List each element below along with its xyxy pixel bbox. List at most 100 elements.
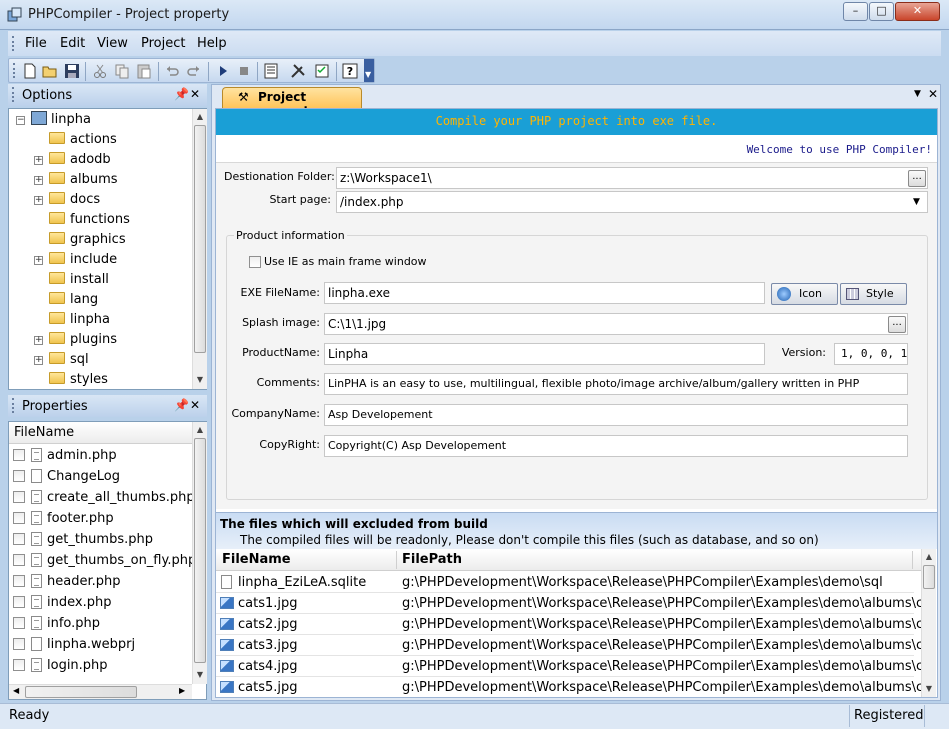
file-checkbox[interactable] (13, 554, 25, 566)
column-filename[interactable]: FileName (222, 552, 291, 567)
menu-view[interactable]: View (97, 36, 128, 51)
tree-item[interactable]: actions (49, 130, 117, 150)
browse-destination-button[interactable]: ... (908, 170, 926, 187)
company-input[interactable]: Asp Developement (324, 404, 908, 426)
file-row[interactable]: header.php (9, 571, 189, 592)
product-name-input[interactable]: Linpha (324, 343, 765, 365)
scroll-thumb[interactable] (25, 686, 137, 698)
table-row[interactable]: cats4.jpg g:\PHPDevelopment\Workspace\Rel… (216, 656, 921, 677)
file-checkbox[interactable] (13, 533, 25, 545)
file-row[interactable]: get_thumbs_on_fly.php (9, 550, 192, 571)
pin-icon[interactable]: 📌 (174, 87, 189, 101)
scroll-thumb[interactable] (194, 125, 206, 353)
close-button[interactable]: ✕ (895, 2, 940, 21)
collapse-icon[interactable]: − (16, 116, 25, 125)
use-ie-checkbox[interactable] (249, 256, 261, 268)
file-row[interactable]: index.php (9, 592, 189, 613)
tree-item[interactable]: adodb (49, 150, 111, 170)
grip-handle[interactable] (12, 87, 15, 102)
expand-icon[interactable]: + (34, 196, 43, 205)
grip-handle[interactable] (13, 63, 16, 78)
table-row[interactable]: linpha_EziLeA.sqlite g:\PHPDevelopment\Wo… (216, 572, 914, 593)
horizontal-scrollbar[interactable]: ◀ ▶ (9, 684, 192, 699)
close-icon[interactable]: ✕ (190, 87, 200, 101)
menu-edit[interactable]: Edit (60, 36, 85, 51)
column-filepath[interactable]: FilePath (402, 552, 462, 567)
comments-input[interactable]: LinPHA is an easy to use, multilingual, … (324, 373, 908, 395)
style-button[interactable]: Style (840, 283, 907, 305)
file-row[interactable]: create_all_thumbs.php (9, 487, 192, 508)
menu-help[interactable]: Help (197, 36, 227, 51)
splash-input[interactable]: C:\1\1.jpg (324, 313, 908, 335)
properties-icon[interactable] (263, 63, 279, 79)
chevron-down-icon[interactable]: ▼ (913, 197, 920, 207)
toolbar-overflow-button[interactable]: ▼ (364, 59, 374, 82)
file-row[interactable]: admin.php (9, 445, 189, 466)
cut-icon[interactable] (92, 63, 108, 79)
menu-project[interactable]: Project (141, 36, 185, 51)
open-icon[interactable] (42, 63, 58, 79)
vertical-scrollbar[interactable]: ▲ ▼ (921, 549, 936, 697)
destination-input[interactable]: z:\Workspace1\ (336, 167, 928, 189)
paste-icon[interactable] (136, 63, 152, 79)
file-row[interactable]: linpha.webprj (9, 634, 189, 655)
file-checkbox[interactable] (13, 491, 25, 503)
maximize-button[interactable]: □ (869, 2, 894, 21)
grip-handle[interactable] (12, 398, 15, 413)
expand-icon[interactable]: + (34, 156, 43, 165)
tab-list-icon[interactable]: ▼ (914, 89, 921, 99)
file-checkbox[interactable] (13, 596, 25, 608)
file-checkbox[interactable] (13, 638, 25, 650)
grip-handle[interactable] (12, 36, 15, 51)
checklist-icon[interactable] (314, 63, 330, 79)
run-icon[interactable] (215, 63, 231, 79)
table-row[interactable]: cats2.jpg g:\PHPDevelopment\Workspace\Rel… (216, 614, 921, 635)
tree-item[interactable]: docs (49, 190, 100, 210)
table-row[interactable]: cats5.jpg g:\PHPDevelopment\Workspace\Rel… (216, 677, 921, 697)
vertical-scrollbar[interactable]: ▲ ▼ (192, 109, 207, 389)
tree-item[interactable]: linpha (49, 310, 110, 330)
expand-icon[interactable]: + (34, 356, 43, 365)
close-tab-icon[interactable]: ✕ (928, 87, 938, 101)
tree-item[interactable]: graphics (49, 230, 126, 250)
pin-icon[interactable]: 📌 (174, 398, 189, 412)
file-row[interactable]: footer.php (9, 508, 189, 529)
tree-item[interactable]: install (49, 270, 109, 290)
expand-icon[interactable]: + (34, 336, 43, 345)
exe-filename-input[interactable]: linpha.exe (324, 282, 765, 304)
table-row[interactable]: cats1.jpg g:\PHPDevelopment\Workspace\Rel… (216, 593, 921, 614)
tree-root[interactable]: linpha (31, 110, 91, 130)
file-checkbox[interactable] (13, 449, 25, 461)
file-row[interactable]: ChangeLog (9, 466, 189, 487)
file-row[interactable]: get_thumbs.php (9, 529, 189, 550)
scroll-thumb[interactable] (194, 438, 206, 663)
version-input[interactable]: 1, 0, 0, 1 (834, 343, 908, 365)
tree-item[interactable]: lang (49, 290, 98, 310)
file-checkbox[interactable] (13, 659, 25, 671)
browse-splash-button[interactable]: ... (888, 316, 906, 333)
tree-item[interactable]: include (49, 250, 117, 270)
column-header[interactable]: FileName (9, 422, 192, 444)
save-icon[interactable] (64, 63, 80, 79)
scroll-thumb[interactable] (923, 565, 935, 589)
undo-icon[interactable] (164, 63, 180, 79)
new-icon[interactable] (22, 63, 38, 79)
tree-item[interactable]: styles (49, 370, 108, 390)
file-checkbox[interactable] (13, 617, 25, 629)
stop-icon[interactable] (236, 63, 252, 79)
table-row[interactable]: cats3.jpg g:\PHPDevelopment\Workspace\Rel… (216, 635, 921, 656)
file-checkbox[interactable] (13, 470, 25, 482)
tree-item[interactable]: functions (49, 210, 130, 230)
menu-file[interactable]: File (25, 36, 47, 51)
vertical-scrollbar[interactable]: ▲ ▼ (192, 422, 207, 684)
tab-project-property[interactable]: ⚒ Project property (222, 87, 362, 118)
expand-icon[interactable]: + (34, 256, 43, 265)
close-icon[interactable]: ✕ (190, 398, 200, 412)
file-checkbox[interactable] (13, 575, 25, 587)
start-page-select[interactable]: /index.php (336, 191, 928, 213)
icon-button[interactable]: Icon (771, 283, 838, 305)
copyright-input[interactable]: Copyright(C) Asp Developement (324, 435, 908, 457)
file-row[interactable]: info.php (9, 613, 189, 634)
tree-item[interactable]: sql (49, 350, 89, 370)
file-checkbox[interactable] (13, 512, 25, 524)
